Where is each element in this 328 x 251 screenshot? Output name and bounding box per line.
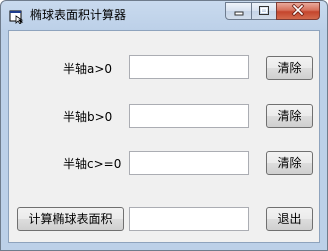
app-window-icon: [8, 8, 24, 25]
client-area: 半轴a>0 清除 半轴b>0 清除 半轴c>=0 清除 计算椭球表面积 退出: [8, 30, 320, 243]
compute-surface-area-button[interactable]: 计算椭球表面积: [17, 207, 124, 231]
maximize-icon: [259, 6, 269, 15]
title-bar[interactable]: 椭球表面积计算器: [1, 1, 327, 29]
minimize-icon: [234, 11, 244, 16]
close-button[interactable]: [276, 2, 320, 20]
result-output[interactable]: [129, 207, 249, 231]
minimize-button[interactable]: [225, 2, 252, 20]
clear-b-button[interactable]: 清除: [266, 104, 313, 128]
clear-c-button[interactable]: 清除: [266, 151, 313, 175]
maximize-button[interactable]: [251, 2, 277, 20]
clear-a-button[interactable]: 清除: [266, 56, 313, 80]
label-axis-b: 半轴b>0: [63, 110, 113, 124]
app-window: 椭球表面积计算器 半轴a>0 清除 半轴b>0 清除 半轴c>=0 清除 计算椭…: [0, 0, 328, 251]
label-axis-c: 半轴c>=0: [63, 157, 122, 171]
label-axis-a: 半轴a>0: [63, 62, 113, 76]
exit-button[interactable]: 退出: [266, 207, 313, 231]
close-icon: [291, 3, 305, 17]
axis-c-input[interactable]: [129, 151, 249, 175]
axis-a-input[interactable]: [129, 55, 249, 79]
window-title: 椭球表面积计算器: [30, 8, 127, 22]
axis-b-input[interactable]: [129, 104, 249, 128]
